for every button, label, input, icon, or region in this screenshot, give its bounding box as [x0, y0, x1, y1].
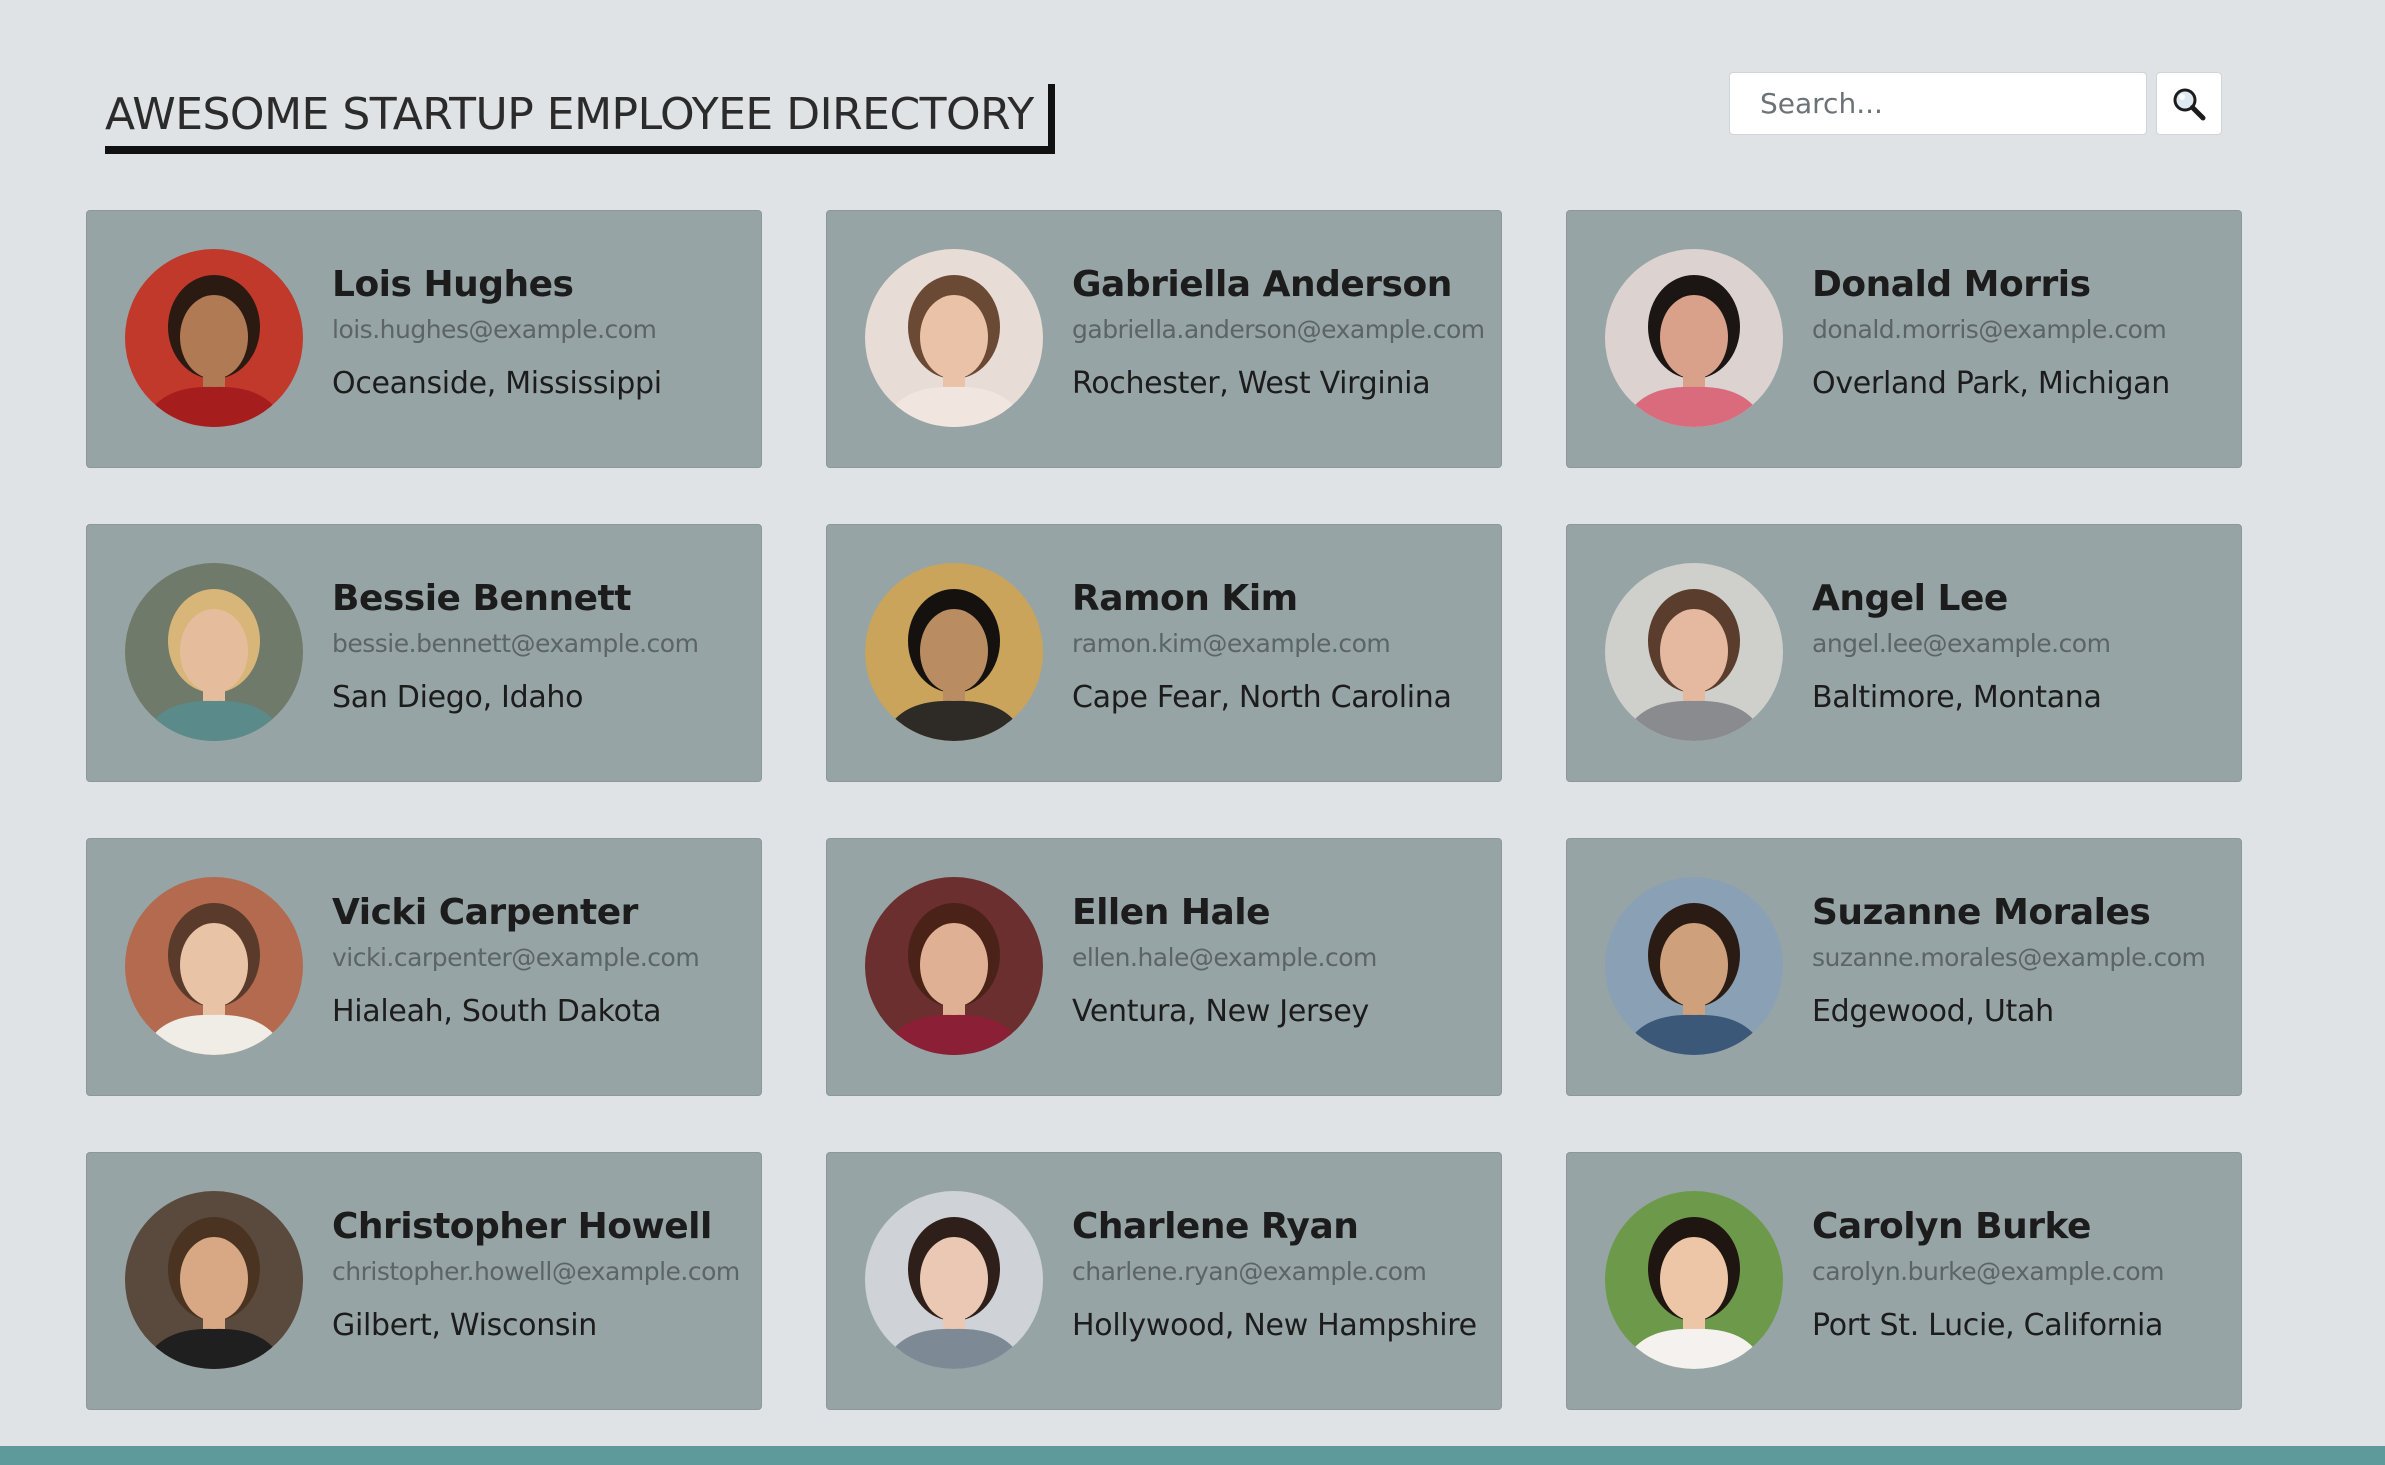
employee-info: Donald Morris donald.morris@example.com Ov…: [1812, 263, 2232, 401]
employee-email: suzanne.morales@example.com: [1812, 943, 2206, 972]
employee-email: ramon.kim@example.com: [1072, 629, 1391, 658]
employee-info: Ramon Kim ramon.kim@example.com Cape Fear,…: [1072, 577, 1492, 715]
employee-location: Hollywood, New Hampshire: [1072, 1308, 1477, 1343]
employee-email: lois.hughes@example.com: [332, 315, 657, 344]
employee-card[interactable]: Vicki Carpenter vicki.carpenter@example.c…: [86, 838, 762, 1096]
employee-name: Ramon Kim: [1072, 578, 1298, 619]
employee-card[interactable]: Suzanne Morales suzanne.morales@example.c…: [1566, 838, 2242, 1096]
employee-card[interactable]: Gabriella Anderson gabriella.anderson@exa…: [826, 210, 1502, 468]
avatar: [125, 249, 303, 427]
employee-location: Gilbert, Wisconsin: [332, 1308, 597, 1343]
search-icon: [2173, 88, 2206, 120]
employee-card[interactable]: Lois Hughes lois.hughes@example.com Oceans…: [86, 210, 762, 468]
avatar: [125, 1191, 303, 1369]
employee-info: Bessie Bennett bessie.bennett@example.com…: [332, 577, 752, 715]
search-input[interactable]: [1729, 72, 2147, 135]
employee-info: Angel Lee angel.lee@example.com Baltimore,…: [1812, 577, 2232, 715]
employee-name: Carolyn Burke: [1812, 1206, 2091, 1247]
employee-email: angel.lee@example.com: [1812, 629, 2111, 658]
employee-card[interactable]: Bessie Bennett bessie.bennett@example.com…: [86, 524, 762, 782]
employee-card[interactable]: Christopher Howell christopher.howell@exa…: [86, 1152, 762, 1410]
avatar: [125, 877, 303, 1055]
avatar: [1605, 1191, 1783, 1369]
employee-email: vicki.carpenter@example.com: [332, 943, 700, 972]
employee-info: Carolyn Burke carolyn.burke@example.com Po…: [1812, 1205, 2232, 1343]
avatar: [1605, 249, 1783, 427]
employee-email: gabriella.anderson@example.com: [1072, 315, 1485, 344]
avatar: [865, 877, 1043, 1055]
employee-location: Oceanside, Mississippi: [332, 366, 662, 401]
employee-info: Ellen Hale ellen.hale@example.com Ventura,…: [1072, 891, 1492, 1029]
employee-location: Overland Park, Michigan: [1812, 366, 2170, 401]
avatar: [1605, 877, 1783, 1055]
employee-card[interactable]: Charlene Ryan charlene.ryan@example.com Ho…: [826, 1152, 1502, 1410]
employee-location: Port St. Lucie, California: [1812, 1308, 2164, 1343]
page-title: AWESOME STARTUP EMPLOYEE DIRECTORY: [105, 84, 1055, 154]
employee-location: Cape Fear, North Carolina: [1072, 680, 1452, 715]
search-button[interactable]: [2156, 72, 2222, 135]
avatar: [1605, 563, 1783, 741]
search-form: [1729, 72, 2222, 135]
employee-info: Lois Hughes lois.hughes@example.com Oceans…: [332, 263, 752, 401]
employee-name: Charlene Ryan: [1072, 1206, 1359, 1247]
avatar: [125, 563, 303, 741]
employee-name: Ellen Hale: [1072, 892, 1271, 933]
employee-card[interactable]: Donald Morris donald.morris@example.com Ov…: [1566, 210, 2242, 468]
employee-name: Christopher Howell: [332, 1206, 712, 1247]
employee-email: bessie.bennett@example.com: [332, 629, 699, 658]
employee-name: Donald Morris: [1812, 264, 2091, 305]
avatar: [865, 249, 1043, 427]
employee-info: Gabriella Anderson gabriella.anderson@exa…: [1072, 263, 1492, 401]
page-header: AWESOME STARTUP EMPLOYEE DIRECTORY: [0, 0, 2385, 200]
employee-name: Bessie Bennett: [332, 578, 631, 619]
employee-info: Vicki Carpenter vicki.carpenter@example.c…: [332, 891, 752, 1029]
employee-name: Vicki Carpenter: [332, 892, 638, 933]
employee-email: donald.morris@example.com: [1812, 315, 2167, 344]
employee-name: Gabriella Anderson: [1072, 264, 1452, 305]
employee-location: Baltimore, Montana: [1812, 680, 2102, 715]
avatar: [865, 563, 1043, 741]
employee-card[interactable]: Carolyn Burke carolyn.burke@example.com Po…: [1566, 1152, 2242, 1410]
employee-card[interactable]: Ellen Hale ellen.hale@example.com Ventura,…: [826, 838, 1502, 1096]
employee-location: San Diego, Idaho: [332, 680, 584, 715]
employee-name: Angel Lee: [1812, 578, 2008, 619]
employee-gallery: Lois Hughes lois.hughes@example.com Oceans…: [86, 210, 2242, 1410]
employee-email: charlene.ryan@example.com: [1072, 1257, 1427, 1286]
employee-email: ellen.hale@example.com: [1072, 943, 1377, 972]
employee-info: Suzanne Morales suzanne.morales@example.c…: [1812, 891, 2232, 1029]
employee-location: Hialeah, South Dakota: [332, 994, 662, 1029]
employee-location: Edgewood, Utah: [1812, 994, 2054, 1029]
avatar: [865, 1191, 1043, 1369]
employee-email: carolyn.burke@example.com: [1812, 1257, 2165, 1286]
employee-card[interactable]: Ramon Kim ramon.kim@example.com Cape Fear,…: [826, 524, 1502, 782]
employee-info: Charlene Ryan charlene.ryan@example.com Ho…: [1072, 1205, 1492, 1343]
employee-name: Suzanne Morales: [1812, 892, 2151, 933]
footer-bar: [0, 1446, 2385, 1465]
employee-name: Lois Hughes: [332, 264, 574, 305]
employee-email: christopher.howell@example.com: [332, 1257, 740, 1286]
employee-card[interactable]: Angel Lee angel.lee@example.com Baltimore,…: [1566, 524, 2242, 782]
employee-info: Christopher Howell christopher.howell@exa…: [332, 1205, 752, 1343]
employee-location: Rochester, West Virginia: [1072, 366, 1431, 401]
employee-location: Ventura, New Jersey: [1072, 994, 1369, 1029]
